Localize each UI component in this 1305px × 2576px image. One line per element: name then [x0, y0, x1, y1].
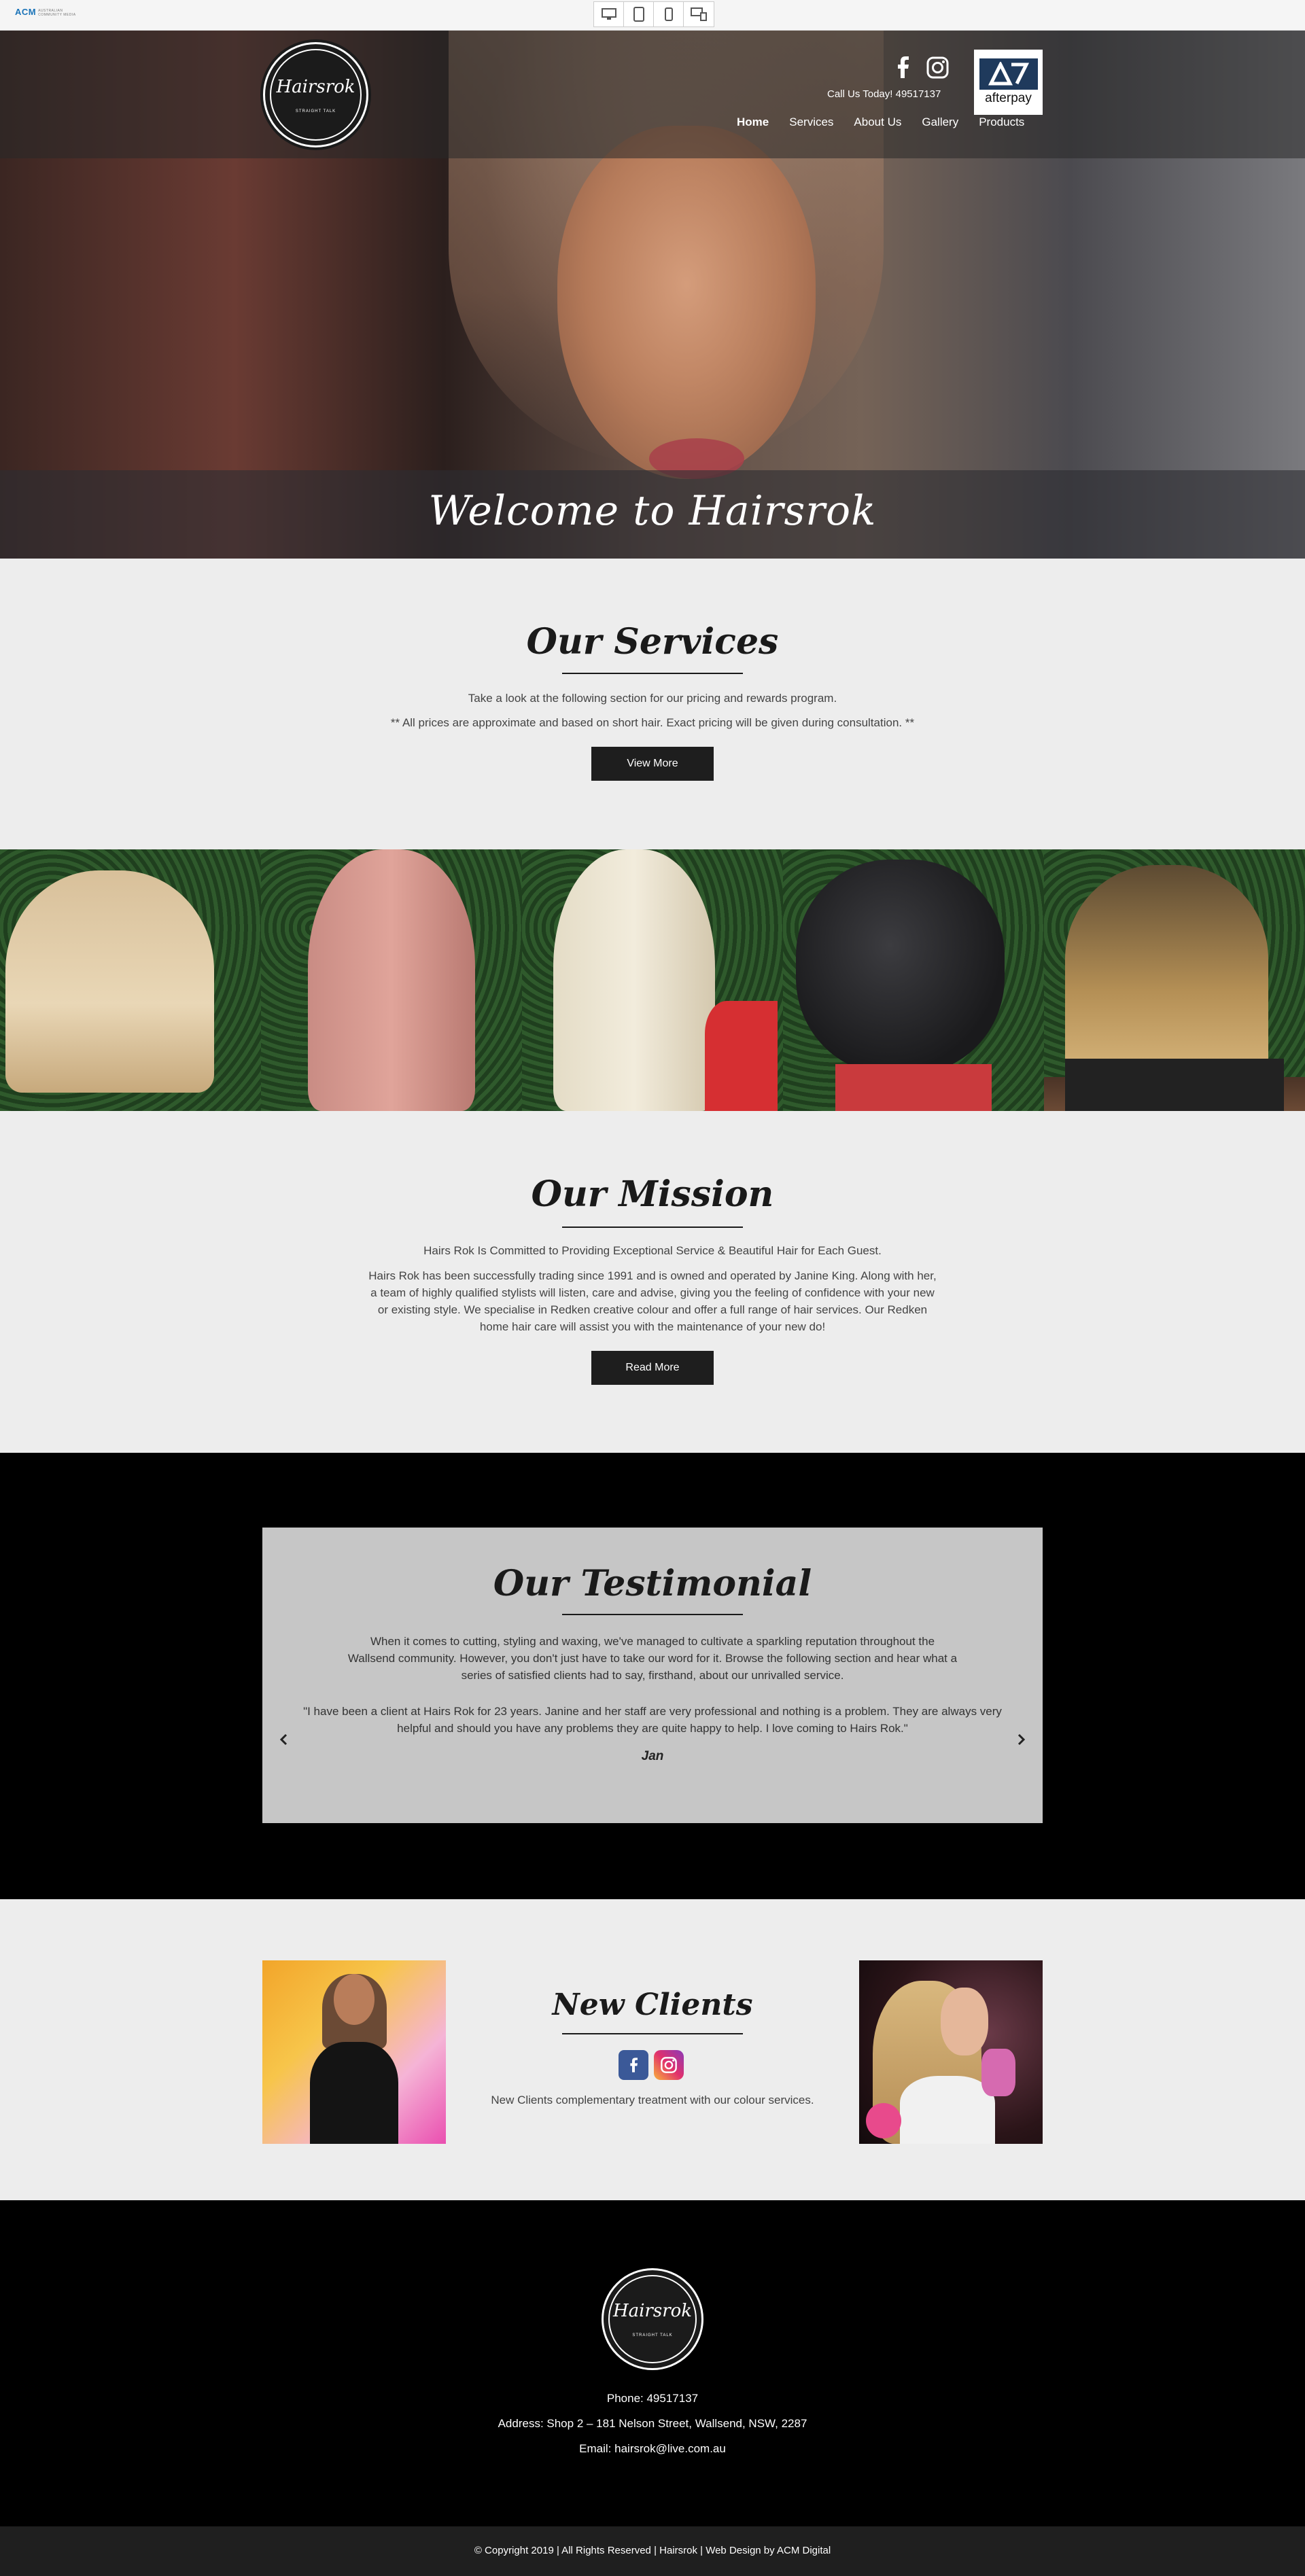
gallery-shoulder-shape: [835, 1063, 992, 1111]
nav-item-services[interactable]: Services: [789, 116, 833, 129]
site-logo-text: Hairsrok: [276, 76, 355, 97]
mission-title-underline: [562, 1227, 743, 1228]
afterpay-icon: [979, 58, 1038, 90]
services-intro: Take a look at the following section for…: [468, 692, 837, 705]
services-title-underline: [562, 673, 743, 674]
mission-lead: Hairs Rok Is Committed to Providing Exce…: [423, 1244, 882, 1257]
figure-head-shape: [334, 1974, 375, 2025]
header-bar: [0, 31, 1305, 158]
footer-logo[interactable]: Hairsrok STRAIGHT TALK: [602, 2268, 703, 2370]
gallery-image-balayage-bob[interactable]: [1044, 849, 1305, 1111]
site-logo[interactable]: Hairsrok STRAIGHT TALK: [263, 42, 368, 147]
multi-device-icon[interactable]: [684, 2, 714, 27]
new-clients-text: New Clients complementary treatment with…: [491, 2094, 814, 2106]
promo-badge-icon: [866, 2103, 901, 2138]
gallery-hair-shape: [1064, 865, 1269, 1075]
testimonial-title-underline: [562, 1614, 743, 1615]
nav-item-home[interactable]: Home: [737, 116, 769, 129]
footer-logo-ring: Hairsrok STRAIGHT TALK: [608, 2275, 697, 2363]
call-us-text: Call Us Today! 49517137: [827, 88, 941, 100]
device-switcher: [593, 1, 714, 27]
gallery-hair-shape: [308, 849, 475, 1111]
afterpay-label: afterpay: [985, 91, 1032, 105]
testimonial-quote: "I have been a client at Hairs Rok for 2…: [303, 1705, 1002, 1735]
figure-dress-shape: [900, 2076, 995, 2144]
hero-banner: Hairsrok STRAIGHT TALK Call Us Today! 49…: [0, 31, 1305, 559]
gallery-hair-shape: [553, 849, 716, 1111]
view-more-button[interactable]: View More: [591, 747, 714, 781]
acm-logo-subtext: AUSTRALIAN COMMUNITY MEDIA: [38, 8, 76, 17]
afterpay-badge[interactable]: afterpay: [974, 50, 1043, 115]
services-title: Our Services: [526, 621, 779, 663]
testimonial-section: Our Testimonial When it comes to cutting…: [0, 1453, 1305, 1899]
new-clients-title-underline: [562, 2033, 743, 2034]
facebook-icon[interactable]: [619, 2050, 648, 2080]
testimonial-card: Our Testimonial When it comes to cutting…: [262, 1528, 1043, 1823]
mobile-icon[interactable]: [654, 2, 684, 27]
nav-item-about-us[interactable]: About Us: [854, 116, 901, 129]
gallery-image-dark-curls[interactable]: [783, 849, 1044, 1111]
mission-title: Our Mission: [531, 1174, 774, 1215]
footer-logo-subtext: STRAIGHT TALK: [632, 2333, 673, 2337]
main-nav: Home Services About Us Gallery Products: [737, 116, 1045, 129]
site-logo-ring: Hairsrok STRAIGHT TALK: [270, 49, 362, 141]
desktop-icon[interactable]: [594, 2, 624, 27]
site-footer: Hairsrok STRAIGHT TALK Phone: 49517137 A…: [0, 2200, 1305, 2526]
copyright-bar: © Copyright 2019 | All Rights Reserved |…: [0, 2526, 1305, 2576]
acm-logo[interactable]: ACM AUSTRALIAN COMMUNITY MEDIA: [15, 7, 82, 17]
perfume-bottle-shape: [981, 2049, 1015, 2096]
footer-address: Address: Shop 2 – 181 Nelson Street, Wal…: [498, 2417, 807, 2430]
figure-shape: [310, 1974, 398, 2144]
read-more-button[interactable]: Read More: [591, 1351, 714, 1385]
nav-item-gallery[interactable]: Gallery: [922, 116, 958, 129]
acm-logo-text: ACM: [15, 7, 37, 17]
nav-item-products[interactable]: Products: [979, 116, 1024, 129]
new-clients-image-right: [859, 1960, 1043, 2144]
new-clients-section: New Clients New Clients complementary tr…: [0, 1899, 1305, 2200]
site-logo-subtext: STRAIGHT TALK: [295, 109, 336, 113]
hero-title: Welcome to Hairsrok: [428, 487, 877, 535]
hero-image-face: [557, 126, 816, 479]
footer-phone: Phone: 49517137: [606, 2392, 699, 2405]
footer-logo-text: Hairsrok: [612, 2301, 693, 2321]
instagram-icon[interactable]: [926, 56, 949, 79]
chevron-left-icon[interactable]: [276, 1731, 292, 1748]
gallery-image-platinum-straight[interactable]: [522, 849, 783, 1111]
services-section: Our Services Take a look at the followin…: [0, 559, 1305, 849]
gallery-image-blonde-waves[interactable]: [0, 849, 261, 1111]
gallery-shoulder-shape: [1064, 1059, 1285, 1111]
gallery-hair-shape: [5, 870, 214, 1093]
facebook-icon[interactable]: [894, 56, 911, 78]
figure-face-shape: [941, 1988, 988, 2055]
gallery-shoulder-shape: [704, 1001, 778, 1111]
testimonial-intro: When it comes to cutting, styling and wa…: [347, 1635, 958, 1682]
gallery-image-pink-straight[interactable]: [261, 849, 522, 1111]
gallery-hair-shape: [796, 860, 1005, 1075]
instagram-icon[interactable]: [654, 2050, 684, 2080]
hair-gallery-strip: [0, 849, 1305, 1111]
new-clients-image-left: [262, 1960, 446, 2144]
testimonial-author: Jan: [641, 1749, 664, 1763]
new-clients-title: New Clients: [552, 1988, 753, 2022]
copyright-text: © Copyright 2019 | All Rights Reserved |…: [474, 2545, 831, 2556]
services-pricing-note: ** All prices are approximate and based …: [390, 716, 915, 729]
preview-bar: ACM AUSTRALIAN COMMUNITY MEDIA: [0, 0, 1305, 31]
tablet-icon[interactable]: [624, 2, 654, 27]
mission-section: Our Mission Hairs Rok Is Committed to Pr…: [0, 1111, 1305, 1453]
footer-email[interactable]: Email: hairsrok@live.com.au: [0, 2442, 1305, 2456]
testimonial-title: Our Testimonial: [493, 1563, 812, 1604]
chevron-right-icon[interactable]: [1013, 1731, 1029, 1748]
new-clients-social-icons: [619, 2050, 684, 2080]
figure-body-shape: [310, 2042, 398, 2144]
mission-body: Hairs Rok has been successfully trading …: [368, 1269, 937, 1333]
